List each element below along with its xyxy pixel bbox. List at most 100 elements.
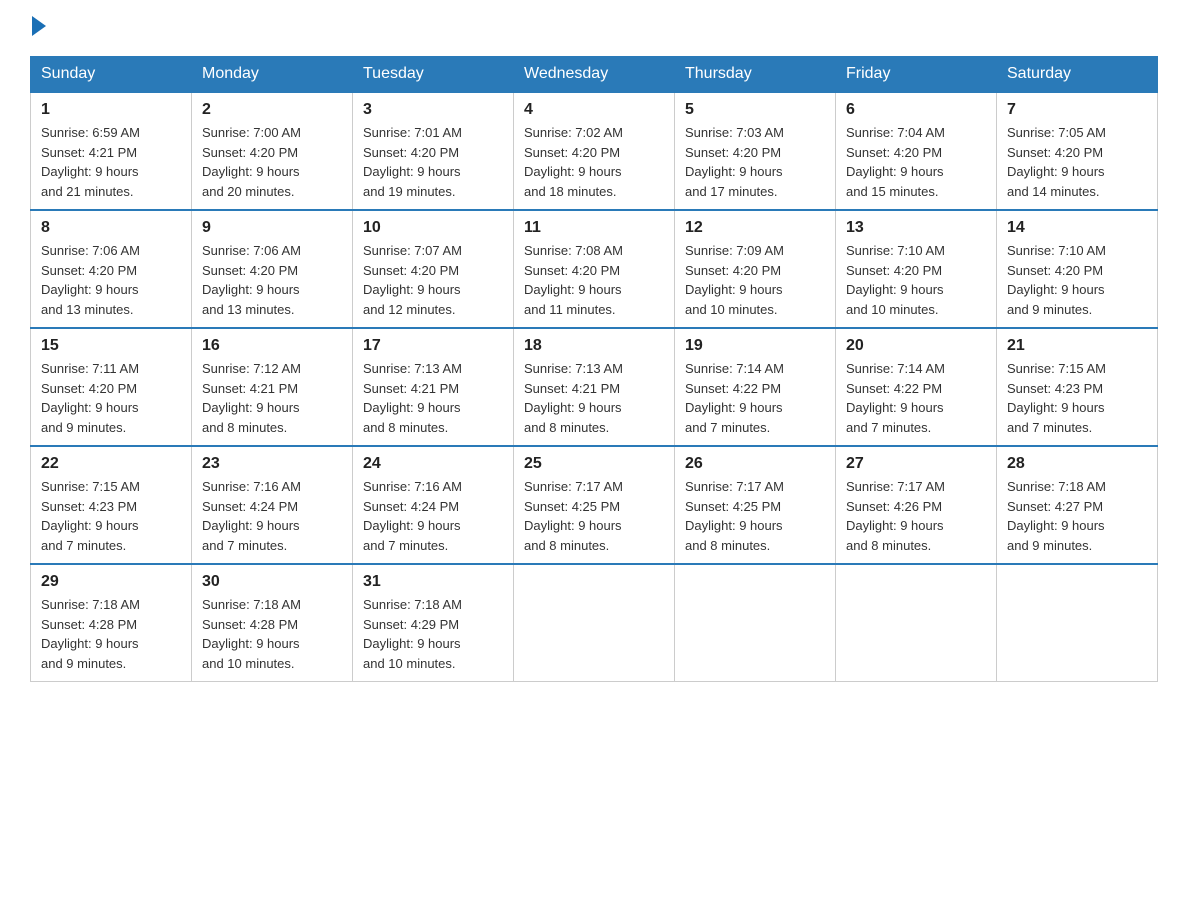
day-number: 5	[685, 101, 825, 119]
day-number: 13	[846, 219, 986, 237]
calendar-week-5: 29 Sunrise: 7:18 AMSunset: 4:28 PMDayligh…	[31, 564, 1158, 682]
day-number: 29	[41, 573, 181, 591]
day-info: Sunrise: 7:06 AMSunset: 4:20 PMDaylight:…	[41, 241, 181, 319]
calendar-cell: 21 Sunrise: 7:15 AMSunset: 4:23 PMDayligh…	[997, 328, 1158, 446]
column-header-tuesday: Tuesday	[353, 57, 514, 93]
day-info: Sunrise: 7:00 AMSunset: 4:20 PMDaylight:…	[202, 123, 342, 201]
column-header-saturday: Saturday	[997, 57, 1158, 93]
day-number: 4	[524, 101, 664, 119]
day-info: Sunrise: 7:17 AMSunset: 4:26 PMDaylight:…	[846, 477, 986, 555]
calendar-cell: 17 Sunrise: 7:13 AMSunset: 4:21 PMDayligh…	[353, 328, 514, 446]
day-number: 23	[202, 455, 342, 473]
calendar-cell: 22 Sunrise: 7:15 AMSunset: 4:23 PMDayligh…	[31, 446, 192, 564]
day-number: 3	[363, 101, 503, 119]
day-number: 15	[41, 337, 181, 355]
day-info: Sunrise: 7:11 AMSunset: 4:20 PMDaylight:…	[41, 359, 181, 437]
calendar-cell: 6 Sunrise: 7:04 AMSunset: 4:20 PMDaylight…	[836, 92, 997, 210]
calendar-cell: 2 Sunrise: 7:00 AMSunset: 4:20 PMDaylight…	[192, 92, 353, 210]
day-number: 7	[1007, 101, 1147, 119]
day-info: Sunrise: 7:10 AMSunset: 4:20 PMDaylight:…	[846, 241, 986, 319]
calendar-cell: 14 Sunrise: 7:10 AMSunset: 4:20 PMDayligh…	[997, 210, 1158, 328]
day-number: 22	[41, 455, 181, 473]
day-number: 19	[685, 337, 825, 355]
calendar-cell: 25Sunrise: 7:17 AMSunset: 4:25 PMDayligh…	[514, 446, 675, 564]
logo-triangle-icon	[32, 16, 46, 36]
column-header-wednesday: Wednesday	[514, 57, 675, 93]
calendar-week-2: 8 Sunrise: 7:06 AMSunset: 4:20 PMDaylight…	[31, 210, 1158, 328]
calendar-table: SundayMondayTuesdayWednesdayThursdayFrid…	[30, 56, 1158, 682]
day-number: 14	[1007, 219, 1147, 237]
day-number: 2	[202, 101, 342, 119]
day-info: Sunrise: 7:15 AMSunset: 4:23 PMDaylight:…	[41, 477, 181, 555]
day-info: Sunrise: 7:18 AMSunset: 4:28 PMDaylight:…	[202, 595, 342, 673]
calendar-cell	[675, 564, 836, 682]
day-number: 21	[1007, 337, 1147, 355]
day-number: 12	[685, 219, 825, 237]
calendar-cell: 8 Sunrise: 7:06 AMSunset: 4:20 PMDaylight…	[31, 210, 192, 328]
day-info: Sunrise: 7:07 AMSunset: 4:20 PMDaylight:…	[363, 241, 503, 319]
calendar-cell: 27 Sunrise: 7:17 AMSunset: 4:26 PMDayligh…	[836, 446, 997, 564]
calendar-cell: 19 Sunrise: 7:14 AMSunset: 4:22 PMDayligh…	[675, 328, 836, 446]
calendar-cell: 24Sunrise: 7:16 AMSunset: 4:24 PMDayligh…	[353, 446, 514, 564]
day-info: Sunrise: 6:59 AMSunset: 4:21 PMDaylight:…	[41, 123, 181, 201]
calendar-cell: 15 Sunrise: 7:11 AMSunset: 4:20 PMDayligh…	[31, 328, 192, 446]
calendar-cell	[514, 564, 675, 682]
day-info: Sunrise: 7:16 AMSunset: 4:24 PMDaylight:…	[202, 477, 342, 555]
calendar-cell	[997, 564, 1158, 682]
calendar-cell: 9 Sunrise: 7:06 AMSunset: 4:20 PMDaylight…	[192, 210, 353, 328]
day-info: Sunrise: 7:10 AMSunset: 4:20 PMDaylight:…	[1007, 241, 1147, 319]
calendar-cell: 10 Sunrise: 7:07 AMSunset: 4:20 PMDayligh…	[353, 210, 514, 328]
day-info: Sunrise: 7:02 AMSunset: 4:20 PMDaylight:…	[524, 123, 664, 201]
day-number: 17	[363, 337, 503, 355]
day-number: 25	[524, 455, 664, 473]
day-info: Sunrise: 7:03 AMSunset: 4:20 PMDaylight:…	[685, 123, 825, 201]
day-info: Sunrise: 7:12 AMSunset: 4:21 PMDaylight:…	[202, 359, 342, 437]
day-info: Sunrise: 7:18 AMSunset: 4:28 PMDaylight:…	[41, 595, 181, 673]
day-number: 27	[846, 455, 986, 473]
day-info: Sunrise: 7:09 AMSunset: 4:20 PMDaylight:…	[685, 241, 825, 319]
calendar-cell: 30 Sunrise: 7:18 AMSunset: 4:28 PMDayligh…	[192, 564, 353, 682]
day-number: 10	[363, 219, 503, 237]
calendar-cell: 23 Sunrise: 7:16 AMSunset: 4:24 PMDayligh…	[192, 446, 353, 564]
column-header-sunday: Sunday	[31, 57, 192, 93]
day-number: 28	[1007, 455, 1147, 473]
day-number: 18	[524, 337, 664, 355]
logo	[30, 20, 46, 36]
calendar-week-3: 15 Sunrise: 7:11 AMSunset: 4:20 PMDayligh…	[31, 328, 1158, 446]
day-info: Sunrise: 7:08 AMSunset: 4:20 PMDaylight:…	[524, 241, 664, 319]
calendar-cell: 13 Sunrise: 7:10 AMSunset: 4:20 PMDayligh…	[836, 210, 997, 328]
day-number: 8	[41, 219, 181, 237]
day-number: 1	[41, 101, 181, 119]
day-number: 6	[846, 101, 986, 119]
day-info: Sunrise: 7:06 AMSunset: 4:20 PMDaylight:…	[202, 241, 342, 319]
day-number: 11	[524, 219, 664, 237]
calendar-cell: 29 Sunrise: 7:18 AMSunset: 4:28 PMDayligh…	[31, 564, 192, 682]
day-info: Sunrise: 7:14 AMSunset: 4:22 PMDaylight:…	[685, 359, 825, 437]
calendar-header-row: SundayMondayTuesdayWednesdayThursdayFrid…	[31, 57, 1158, 93]
calendar-cell: 5 Sunrise: 7:03 AMSunset: 4:20 PMDaylight…	[675, 92, 836, 210]
calendar-cell: 3 Sunrise: 7:01 AMSunset: 4:20 PMDaylight…	[353, 92, 514, 210]
day-info: Sunrise: 7:01 AMSunset: 4:20 PMDaylight:…	[363, 123, 503, 201]
day-info: Sunrise: 7:17 AMSunset: 4:25 PMDaylight:…	[685, 477, 825, 555]
day-info: Sunrise: 7:18 AMSunset: 4:29 PMDaylight:…	[363, 595, 503, 673]
day-info: Sunrise: 7:05 AMSunset: 4:20 PMDaylight:…	[1007, 123, 1147, 201]
calendar-cell: 16Sunrise: 7:12 AMSunset: 4:21 PMDayligh…	[192, 328, 353, 446]
day-number: 31	[363, 573, 503, 591]
column-header-monday: Monday	[192, 57, 353, 93]
day-info: Sunrise: 7:04 AMSunset: 4:20 PMDaylight:…	[846, 123, 986, 201]
calendar-cell: 31 Sunrise: 7:18 AMSunset: 4:29 PMDayligh…	[353, 564, 514, 682]
day-number: 30	[202, 573, 342, 591]
calendar-cell: 28Sunrise: 7:18 AMSunset: 4:27 PMDayligh…	[997, 446, 1158, 564]
calendar-cell: 11 Sunrise: 7:08 AMSunset: 4:20 PMDayligh…	[514, 210, 675, 328]
day-info: Sunrise: 7:14 AMSunset: 4:22 PMDaylight:…	[846, 359, 986, 437]
day-number: 9	[202, 219, 342, 237]
column-header-friday: Friday	[836, 57, 997, 93]
day-number: 20	[846, 337, 986, 355]
calendar-cell: 1 Sunrise: 6:59 AMSunset: 4:21 PMDaylight…	[31, 92, 192, 210]
day-info: Sunrise: 7:15 AMSunset: 4:23 PMDaylight:…	[1007, 359, 1147, 437]
day-info: Sunrise: 7:13 AMSunset: 4:21 PMDaylight:…	[363, 359, 503, 437]
calendar-week-1: 1 Sunrise: 6:59 AMSunset: 4:21 PMDaylight…	[31, 92, 1158, 210]
calendar-cell: 4 Sunrise: 7:02 AMSunset: 4:20 PMDaylight…	[514, 92, 675, 210]
calendar-cell: 18Sunrise: 7:13 AMSunset: 4:21 PMDayligh…	[514, 328, 675, 446]
day-number: 24	[363, 455, 503, 473]
